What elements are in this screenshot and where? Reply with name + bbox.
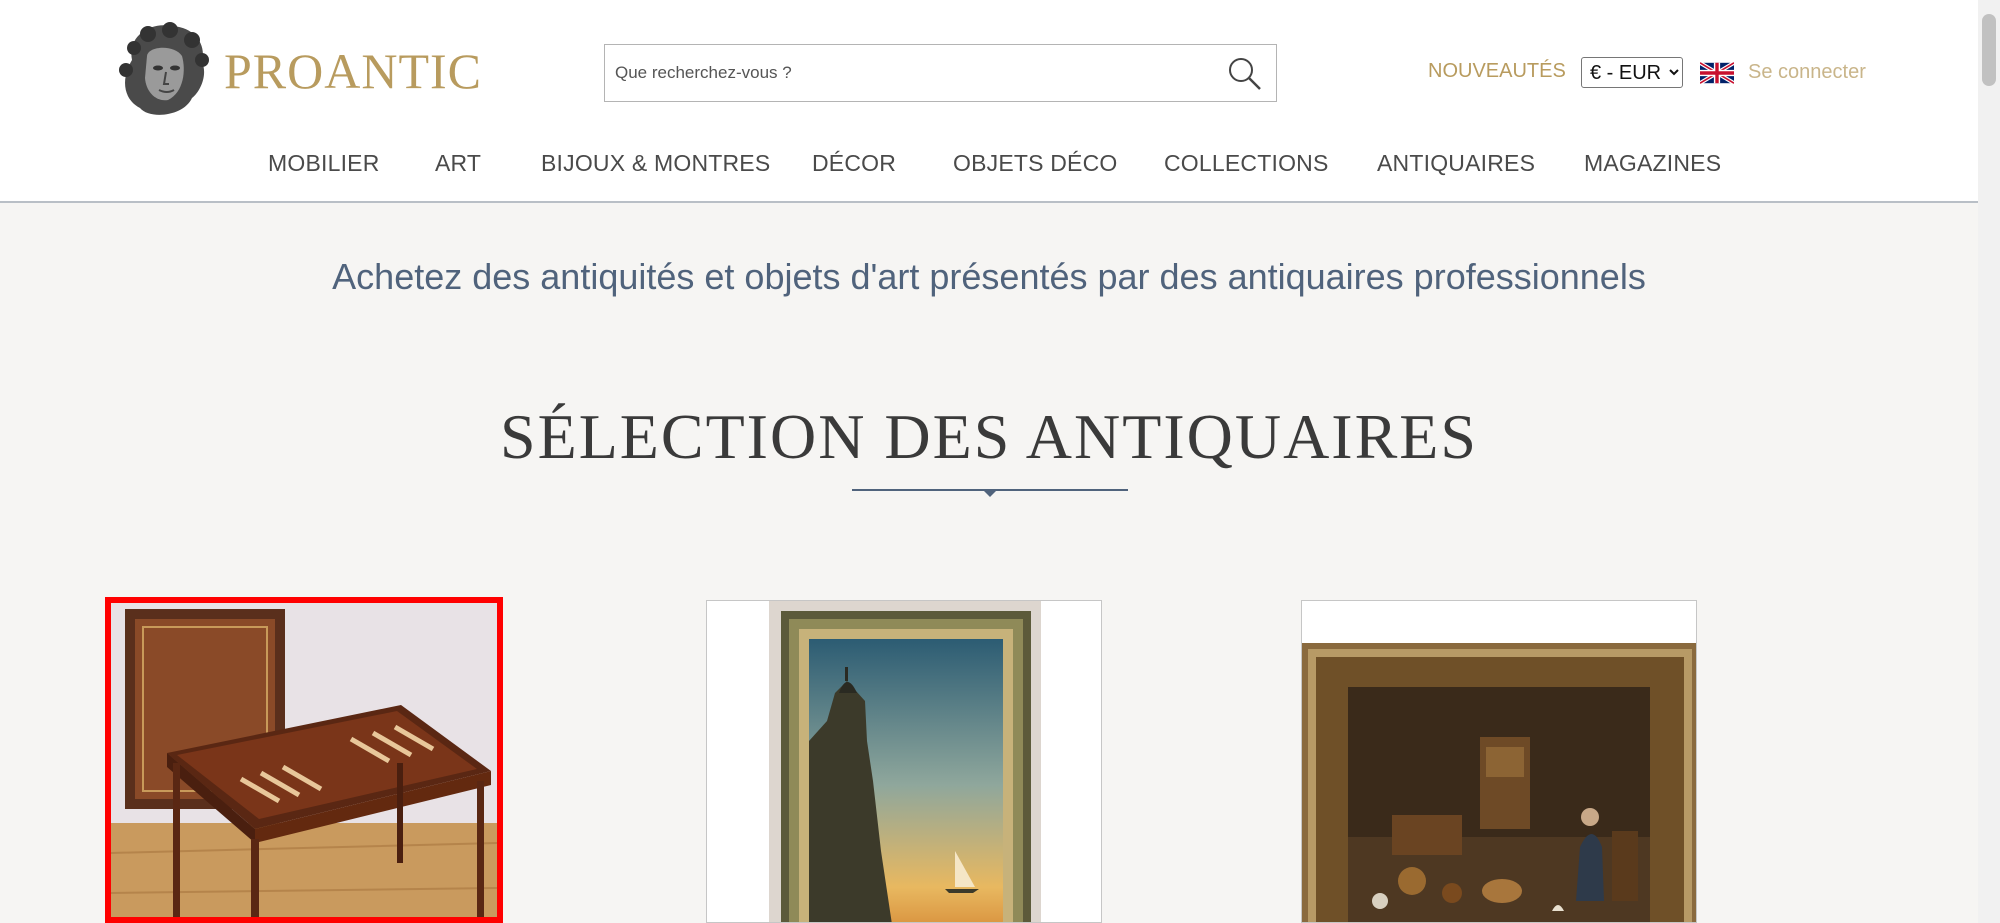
login-link[interactable]: Se connecter	[1748, 61, 1866, 84]
nav-item-objets-deco[interactable]: OBJETS DÉCO	[953, 150, 1118, 177]
scrollbar-thumb[interactable]	[1982, 14, 1996, 86]
search-input[interactable]	[615, 57, 1205, 89]
nav-item-magazines[interactable]: MAGAZINES	[1584, 150, 1721, 177]
product-card-backgammon-table[interactable]	[105, 597, 503, 923]
framed-interior-painting-image	[1302, 601, 1696, 922]
uk-flag-icon[interactable]	[1700, 60, 1734, 86]
nav-item-decor[interactable]: DÉCOR	[812, 150, 896, 177]
search-icon[interactable]	[1224, 53, 1264, 93]
site-header: PROANTIC NOUVEAUTÉS € - EUR Se connecter…	[0, 0, 1978, 203]
page-scrollbar[interactable]	[1978, 0, 2000, 923]
new-arrivals-link[interactable]: NOUVEAUTÉS	[1428, 60, 1566, 83]
nav-item-art[interactable]: ART	[435, 150, 481, 177]
framed-seascape-painting-image	[707, 601, 1101, 922]
tagline: Achetez des antiquités et objets d'art p…	[332, 256, 1646, 297]
divider-arrow-icon	[852, 489, 1128, 497]
nav-item-bijoux-montres[interactable]: BIJOUX & MONTRES	[541, 150, 770, 177]
search-box	[604, 44, 1277, 102]
section-title: SÉLECTION DES ANTIQUAIRES	[500, 401, 1478, 472]
product-card-interior-painting[interactable]	[1301, 600, 1697, 923]
product-card-seascape-painting[interactable]	[706, 600, 1102, 923]
bust-logo-icon[interactable]	[112, 20, 212, 122]
backgammon-table-image	[111, 603, 497, 917]
nav-item-antiquaires[interactable]: ANTIQUAIRES	[1377, 150, 1535, 177]
nav-item-collections[interactable]: COLLECTIONS	[1164, 150, 1329, 177]
nav-item-mobilier[interactable]: MOBILIER	[268, 150, 380, 177]
currency-select[interactable]: € - EUR	[1581, 57, 1683, 88]
brand-name[interactable]: PROANTIC	[224, 42, 482, 100]
